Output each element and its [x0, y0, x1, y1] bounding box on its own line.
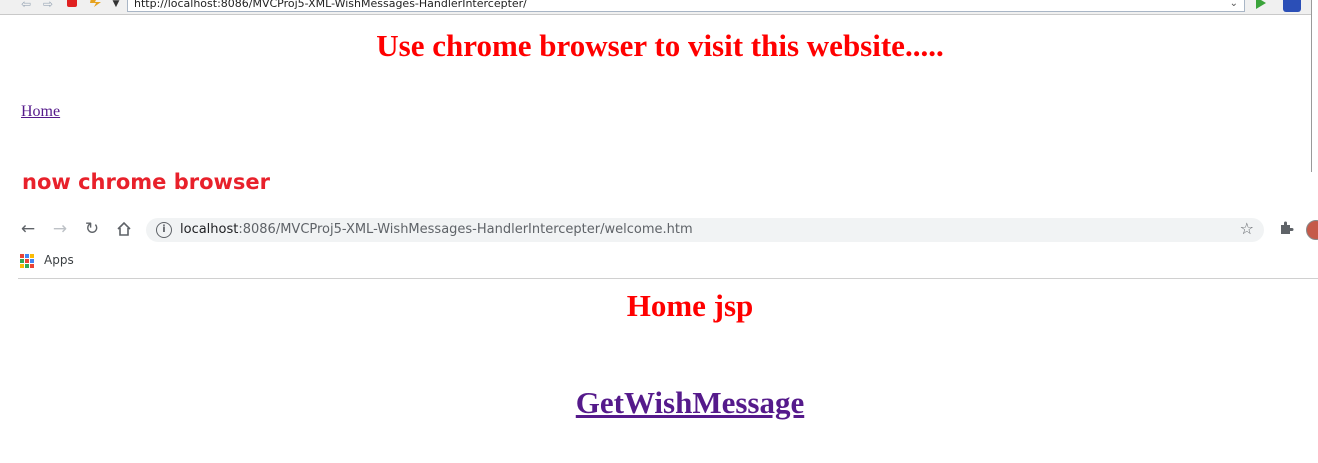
old-browser-window: ⇦ ⇨ ▼ http://localhost:8086/MVCProj5-XML…: [0, 0, 1312, 172]
omnibox[interactable]: i localhost:8086/MVCProj5-XML-WishMessag…: [146, 218, 1264, 242]
old-browser-toolbar: ⇦ ⇨ ▼ http://localhost:8086/MVCProj5-XML…: [0, 0, 1311, 15]
chrome-browser-window: ← → ↻ i localhost:8086/MVCProj5-XML-Wish…: [0, 210, 1318, 463]
tab-icon[interactable]: [1283, 0, 1301, 12]
old-browser-address-bar[interactable]: http://localhost:8086/MVCProj5-XML-WishM…: [127, 0, 1245, 12]
toolbar-divider: [18, 278, 1318, 279]
back-icon[interactable]: ←: [18, 219, 38, 239]
extensions-icon[interactable]: [1278, 220, 1294, 236]
back-arrow-icon[interactable]: ⇦: [18, 0, 34, 12]
stop-icon[interactable]: [64, 0, 80, 12]
compatibility-icon[interactable]: [88, 0, 104, 12]
home-link[interactable]: Home: [21, 103, 60, 121]
star-icon[interactable]: ☆: [1240, 219, 1254, 238]
forward-arrow-icon[interactable]: ⇨: [40, 0, 56, 12]
home-icon[interactable]: [114, 219, 134, 239]
caption-text: now chrome browser: [22, 170, 271, 194]
old-browser-url: http://localhost:8086/MVCProj5-XML-WishM…: [134, 0, 527, 10]
reload-icon[interactable]: ↻: [82, 219, 102, 239]
chrome-url[interactable]: localhost:8086/MVCProj5-XML-WishMessages…: [180, 221, 693, 239]
chrome-page-heading: Home jsp: [626, 288, 754, 323]
info-icon[interactable]: i: [156, 222, 172, 238]
url-path: :8086/MVCProj5-XML-WishMessages-HandlerI…: [238, 222, 693, 237]
url-host: localhost: [180, 222, 239, 237]
dropdown-icon[interactable]: ▼: [108, 0, 124, 12]
old-browser-heading: Use chrome browser to visit this website…: [376, 28, 944, 63]
bookmark-apps[interactable]: Apps: [44, 253, 74, 267]
forward-icon[interactable]: →: [50, 219, 70, 239]
profile-avatar[interactable]: [1306, 220, 1318, 240]
apps-grid-icon[interactable]: [20, 254, 34, 268]
get-wish-message-link[interactable]: GetWishMessage: [576, 385, 804, 420]
get-wish-message-container: GetWishMessage: [0, 385, 1318, 421]
address-dropdown-icon[interactable]: ⌄: [1230, 0, 1238, 13]
screenshot-canvas: ⇦ ⇨ ▼ http://localhost:8086/MVCProj5-XML…: [0, 0, 1318, 463]
go-icon[interactable]: [1254, 0, 1268, 10]
